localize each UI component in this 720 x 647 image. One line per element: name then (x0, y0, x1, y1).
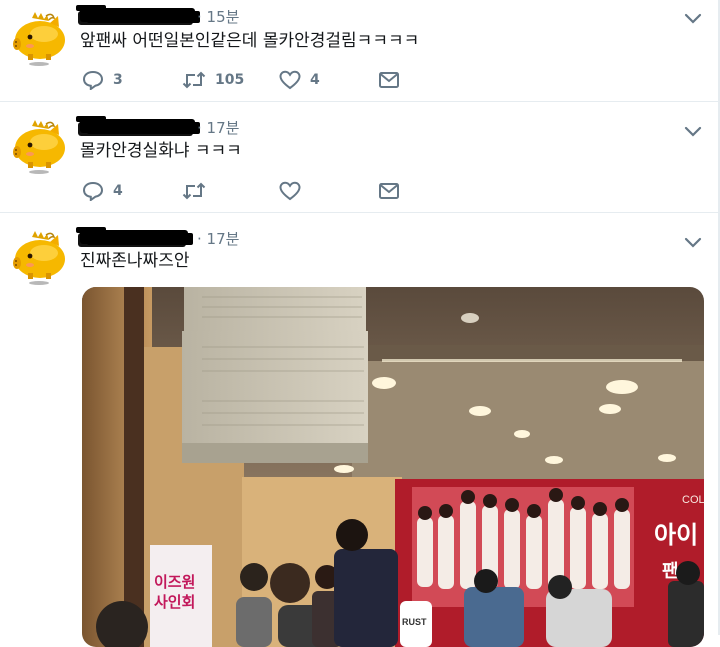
dm-button[interactable] (378, 69, 400, 91)
avatar[interactable] (10, 229, 68, 287)
chevron-down-icon[interactable] (684, 10, 702, 24)
standee-text-1: 이즈원 (154, 573, 195, 591)
dm-button[interactable] (378, 180, 400, 202)
envelope-icon (379, 72, 399, 88)
tweet-timestamp[interactable]: · 15분 (197, 6, 239, 27)
tweet-actions: 4 (80, 180, 410, 202)
pig-avatar-icon (13, 12, 65, 66)
tweet-text: 앞팬싸 어떤일본인같은데 몰카안경걸림ㅋㅋㅋㅋ (80, 31, 420, 51)
retweet-icon (182, 182, 206, 200)
retweet-icon (182, 71, 206, 89)
heart-icon (279, 70, 301, 90)
like-button[interactable]: 4 (279, 69, 320, 91)
redacted-username[interactable] (76, 5, 195, 22)
pig-avatar-icon (13, 231, 65, 285)
banner-text-mid: 아이 (654, 521, 698, 549)
heart-icon (279, 181, 301, 201)
retweet-button[interactable] (182, 180, 215, 202)
tweet-actions: 3 105 4 (80, 69, 410, 91)
redacted-username[interactable] (76, 227, 188, 244)
retweet-count: 105 (215, 72, 245, 88)
tweet[interactable]: · 15분 앞팬싸 어떤일본인같은데 몰카안경걸림ㅋㅋㅋㅋ 3 105 4 (0, 0, 718, 102)
tweet-header: · 17분 (76, 116, 690, 139)
tweet-header: · 15분 (76, 5, 690, 28)
standee-text-2: 사인회 (154, 593, 195, 611)
chevron-down-icon[interactable] (684, 123, 702, 137)
tweet[interactable]: · 17분 몰카안경실화냐 ㅋㅋㅋ 4 (0, 102, 718, 213)
banner-text-top: COL (682, 494, 704, 506)
like-count: 4 (310, 72, 320, 88)
retweet-button[interactable]: 105 (182, 69, 244, 91)
reply-button[interactable]: 3 (82, 69, 123, 91)
shirt-text: RUST (402, 617, 427, 627)
tweet-timestamp[interactable]: · 17분 (197, 228, 239, 249)
avatar[interactable] (10, 118, 68, 176)
tweet-text: 진짜존나짜즈안 (80, 251, 190, 271)
tweet-text: 몰카안경실화냐 ㅋㅋㅋ (80, 141, 242, 161)
redacted-username[interactable] (76, 116, 195, 133)
reply-count: 3 (113, 72, 123, 88)
like-button[interactable] (279, 180, 310, 202)
reply-icon (82, 181, 104, 201)
envelope-icon (379, 183, 399, 199)
banner-text-low: 팬 (662, 561, 679, 582)
tweet-header: · 17분 (76, 227, 690, 250)
pig-avatar-icon (13, 120, 65, 174)
tweet-timestamp[interactable]: · 17분 (197, 117, 239, 138)
reply-icon (82, 70, 104, 90)
tweet-media-photo[interactable]: COL 아이 팬 이즈원 사인회 RUST (82, 287, 704, 647)
chevron-down-icon[interactable] (684, 234, 702, 248)
reply-count: 4 (113, 183, 123, 199)
event-hall-photo: COL 아이 팬 이즈원 사인회 RUST (82, 287, 704, 647)
avatar[interactable] (10, 10, 68, 68)
reply-button[interactable]: 4 (82, 180, 123, 202)
